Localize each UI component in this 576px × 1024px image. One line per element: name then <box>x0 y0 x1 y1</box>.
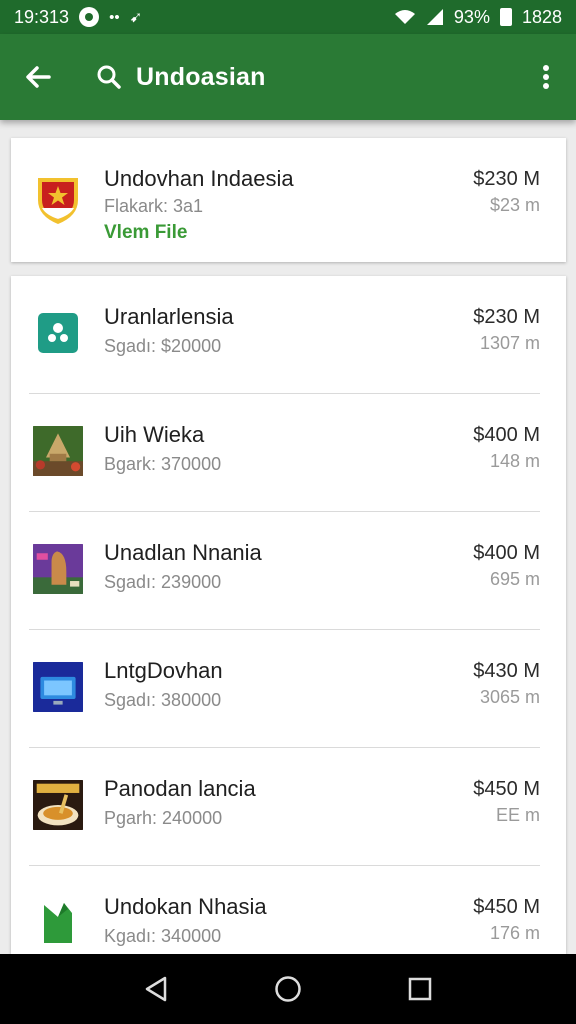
view-file-link[interactable]: Vlem File <box>104 222 187 244</box>
item-meta: 1307 m <box>479 333 540 353</box>
item-subtitle: Sgadı: 380000 <box>104 690 222 710</box>
item-title: Uih Wieka <box>104 422 205 447</box>
status-clock-right: 1828 <box>521 6 562 27</box>
item-meta: 695 m <box>489 569 540 589</box>
wifi-icon <box>394 10 415 24</box>
dots-icon: •• <box>109 8 120 26</box>
teal-app-icon <box>33 306 83 360</box>
circle-icon <box>79 7 100 27</box>
item-title: Unadlan Nnania <box>104 540 262 565</box>
nav-recents-button[interactable] <box>395 964 445 1014</box>
back-triangle-icon <box>145 976 167 1002</box>
item-price: $450 M <box>473 896 540 918</box>
food-bowl-icon <box>33 778 83 832</box>
item-title: LntgDovhan <box>104 658 223 683</box>
location-icon: ➹ <box>129 9 143 26</box>
nav-home-button[interactable] <box>263 964 313 1014</box>
item-meta: 176 m <box>489 923 540 943</box>
item-meta: 3065 m <box>479 687 540 707</box>
item-price: $230 M <box>473 306 540 328</box>
item-title: Uranlarlensia <box>104 304 234 329</box>
list-item[interactable]: Panodan lancia Pgarh: 240000 $450 M EE m <box>29 748 540 866</box>
item-subtitle: Sgadı: $20000 <box>104 336 222 356</box>
more-vert-icon <box>543 65 549 89</box>
search-query: Undoasian <box>136 62 266 91</box>
item-title: Panodan lancia <box>104 776 256 801</box>
signal-icon <box>426 9 443 25</box>
item-meta: EE m <box>495 805 540 825</box>
item-subtitle: Kgadı: 340000 <box>104 926 222 946</box>
battery-icon <box>499 8 512 26</box>
search-icon <box>97 65 121 89</box>
featured-card[interactable]: Undovhan Indaesia Flakark: 3a1 Vlem File… <box>11 138 566 262</box>
results-list: Uranlarlensia Sgadı: $20000 $230 M 1307 … <box>11 276 566 954</box>
status-bar: 19:313 •• ➹ 93% 1828 <box>0 0 576 34</box>
item-price: $400 M <box>473 542 540 564</box>
app-bar: Undoasian <box>0 34 576 120</box>
featured-title: Undovhan Indaesia <box>104 166 294 191</box>
list-item[interactable]: Uih Wieka Bgark: 370000 $400 M 148 m <box>29 394 540 512</box>
shield-star-icon <box>35 174 81 226</box>
nav-back-button[interactable] <box>131 964 181 1014</box>
back-arrow-icon <box>26 66 51 88</box>
item-subtitle: Pgarh: 240000 <box>104 808 223 828</box>
more-options-button[interactable] <box>516 34 576 120</box>
featured-price: $230 M <box>473 168 540 190</box>
back-button[interactable] <box>0 34 76 120</box>
featured-subtitle: Flakark: 3a1 <box>104 196 204 216</box>
monument-purple-icon <box>33 542 83 596</box>
featured-item[interactable]: Undovhan Indaesia Flakark: 3a1 Vlem File… <box>11 138 540 262</box>
item-title: Undokan Nhasia <box>104 894 267 919</box>
battery-percent: 93% <box>453 6 490 27</box>
list-item[interactable]: LntgDovhan Sgadı: 380000 $430 M 3065 m <box>29 630 540 748</box>
home-circle-icon <box>275 976 301 1002</box>
search-field[interactable]: Undoasian <box>96 63 516 92</box>
item-subtitle: Sgadı: 239000 <box>104 572 222 592</box>
item-price: $430 M <box>473 660 540 682</box>
item-meta: 148 m <box>489 451 540 471</box>
item-subtitle: Bgark: 370000 <box>104 454 222 474</box>
list-item[interactable]: Uranlarlensia Sgadı: $20000 $230 M 1307 … <box>29 276 540 394</box>
list-item[interactable]: Undokan Nhasia Kgadı: 340000 $450 M 176 … <box>29 866 540 954</box>
green-leaf-icon <box>33 896 83 950</box>
status-time: 19:313 <box>14 6 70 27</box>
navigation-bar <box>0 954 576 1024</box>
featured-meta: $23 m <box>489 195 540 215</box>
list-item[interactable]: Unadlan Nnania Sgadı: 239000 $400 M 695 … <box>29 512 540 630</box>
monitor-blue-icon <box>33 660 83 714</box>
temple-photo-icon <box>33 424 83 478</box>
item-price: $400 M <box>473 424 540 446</box>
recents-square-icon <box>408 977 432 1001</box>
item-price: $450 M <box>473 778 540 800</box>
